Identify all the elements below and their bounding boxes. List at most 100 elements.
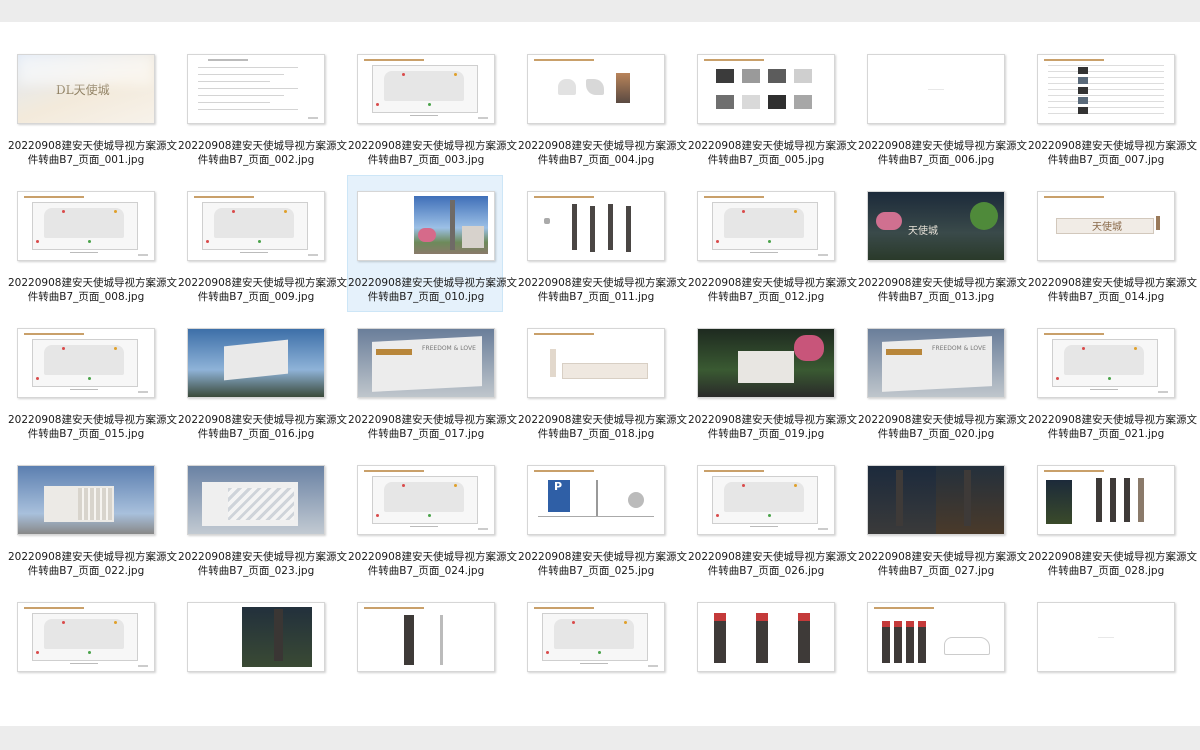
file-item[interactable]: 天使城 20220908建安天使城导视方案源文 件转曲B7_页面_013.jpg (857, 175, 1027, 312)
file-item[interactable]: 20220908建安天使城导视方案源文 件转曲B7_页面_026.jpg (687, 449, 857, 586)
file-thumbnail[interactable] (187, 465, 325, 535)
plan-legend (750, 526, 778, 527)
page-header (1044, 333, 1104, 335)
file-thumbnail[interactable] (867, 465, 1005, 535)
plan-marker (1108, 377, 1111, 380)
plan-marker (768, 514, 771, 517)
pylon-elevation (572, 204, 577, 250)
file-name-label: 20220908建安天使城导视方案源文 件转曲B7_页面_005.jpg (688, 139, 857, 167)
file-thumbnail[interactable] (357, 602, 495, 672)
site-plan-building (44, 208, 124, 238)
board-text: FREEDOM & LOVE (932, 345, 986, 352)
file-thumbnail[interactable] (697, 54, 835, 124)
file-name-line-1: 20220908建安天使城导视方案源文 (1028, 140, 1197, 152)
file-name-line-1: 20220908建安天使城导视方案源文 (1028, 414, 1197, 426)
file-thumbnail[interactable] (867, 54, 1005, 124)
file-thumbnail[interactable]: FREEDOM & LOVE (867, 328, 1005, 398)
file-thumbnail[interactable] (17, 602, 155, 672)
file-thumbnail[interactable] (527, 191, 665, 261)
file-item[interactable]: 天使城 20220908建安天使城导视方案源文 件转曲B7_页面_014.jpg (1027, 175, 1197, 312)
file-thumbnail[interactable] (17, 191, 155, 261)
file-name-line-2: 件转曲B7_页面_020.jpg (877, 428, 995, 440)
plan-marker (36, 651, 39, 654)
text-line (198, 102, 270, 103)
file-item[interactable]: 20220908建安天使城导视方案源文 件转曲B7_页面_022.jpg (7, 449, 177, 586)
file-item[interactable]: 20220908建安天使城导视方案源文 件转曲B7_页面_028.jpg (1027, 449, 1197, 586)
file-thumbnail[interactable] (187, 191, 325, 261)
file-thumbnail[interactable] (1037, 465, 1175, 535)
file-thumbnail[interactable]: FREEDOM & LOVE (357, 328, 495, 398)
file-item[interactable]: 20220908建安天使城导视方案源文 件转曲B7_页面_012.jpg (687, 175, 857, 312)
file-item[interactable]: 20220908建安天使城导视方案源文 件转曲B7_页面_027.jpg (857, 449, 1027, 586)
table-row-line (1048, 107, 1164, 108)
plan-legend (1090, 389, 1118, 390)
file-thumbnail[interactable] (187, 328, 325, 398)
file-item[interactable]: 20220908建安天使城导视方案源文 件转曲B7_页面_003.jpg (347, 38, 517, 175)
thumbnail-container (348, 587, 504, 687)
file-name-line-2: 件转曲B7_页面_002.jpg (197, 154, 315, 166)
file-item[interactable]: 20220908建安天使城导视方案源文 件转曲B7_页面_019.jpg (687, 312, 857, 449)
file-item[interactable]: 20220908建安天使城导视方案源文 件转曲B7_页面_004.jpg (517, 38, 687, 175)
file-thumbnail[interactable]: 天使城 (1037, 191, 1175, 261)
file-thumbnail[interactable] (697, 328, 835, 398)
file-thumbnail[interactable] (1037, 54, 1175, 124)
file-name-line-1: 20220908建安天使城导视方案源文 (518, 551, 687, 563)
file-item[interactable] (347, 586, 503, 723)
plan-marker (742, 484, 745, 487)
sign-post (1156, 216, 1160, 230)
file-item[interactable]: 20220908建安天使城导视方案源文 件转曲B7_页面_008.jpg (7, 175, 177, 312)
file-item[interactable]: 20220908建安天使城导视方案源文 件转曲B7_页面_024.jpg (347, 449, 517, 586)
plan-marker (598, 651, 601, 654)
thumbnail-container: FREEDOM & LOVE (858, 313, 1014, 413)
file-thumbnail[interactable]: P (527, 465, 665, 535)
file-item[interactable]: 20220908建安天使城导视方案源文 件转曲B7_页面_016.jpg (177, 312, 347, 449)
file-item[interactable]: DL天使城 20220908建安天使城导视方案源文 件转曲B7_页面_001.jpg (7, 38, 177, 175)
file-thumbnail[interactable] (357, 465, 495, 535)
file-thumbnail[interactable]: DL天使城 (17, 54, 155, 124)
file-item[interactable]: 20220908建安天使城导视方案源文 件转曲B7_页面_023.jpg (177, 449, 347, 586)
board-text: FREEDOM & LOVE (422, 345, 476, 352)
file-thumbnail[interactable] (527, 328, 665, 398)
file-thumbnail[interactable] (697, 465, 835, 535)
file-item[interactable]: 20220908建安天使城导视方案源文 件转曲B7_页面_018.jpg (517, 312, 687, 449)
file-name-label: 20220908建安天使城导视方案源文 件转曲B7_页面_018.jpg (518, 413, 687, 441)
file-item[interactable] (857, 586, 1013, 723)
file-thumbnail[interactable] (17, 328, 155, 398)
file-item[interactable]: 20220908建安天使城导视方案源文 件转曲B7_页面_021.jpg (1027, 312, 1197, 449)
file-item[interactable]: 20220908建安天使城导视方案源文 件转曲B7_页面_010.jpg (347, 175, 517, 312)
file-item[interactable]: 20220908建安天使城导视方案源文 件转曲B7_页面_006.jpg (857, 38, 1027, 175)
file-item[interactable]: 20220908建安天使城导视方案源文 件转曲B7_页面_002.jpg (177, 38, 347, 175)
file-thumbnail[interactable]: 天使城 (867, 191, 1005, 261)
file-item[interactable]: P 20220908建安天使城导视方案源文 件转曲B7_页面_025.jpg (517, 449, 687, 586)
file-thumbnail[interactable] (527, 54, 665, 124)
file-thumbnail[interactable] (187, 54, 325, 124)
file-item[interactable]: 20220908建安天使城导视方案源文 件转曲B7_页面_015.jpg (7, 312, 177, 449)
file-item[interactable]: 20220908建安天使城导视方案源文 件转曲B7_页面_007.jpg (1027, 38, 1197, 175)
file-thumbnail[interactable] (187, 602, 325, 672)
file-thumbnail[interactable] (867, 602, 1005, 672)
file-thumbnail[interactable] (697, 191, 835, 261)
file-item[interactable] (177, 586, 333, 723)
file-item[interactable]: 20220908建安天使城导视方案源文 件转曲B7_页面_005.jpg (687, 38, 857, 175)
file-thumbnail[interactable] (527, 602, 665, 672)
file-item[interactable]: 20220908建安天使城导视方案源文 件转曲B7_页面_009.jpg (177, 175, 347, 312)
file-thumbnail[interactable] (357, 54, 495, 124)
file-name-label: 20220908建安天使城导视方案源文 件转曲B7_页面_027.jpg (858, 550, 1027, 578)
page-footer (478, 117, 488, 119)
file-item[interactable]: FREEDOM & LOVE 20220908建安天使城导视方案源文 件转曲B7_页… (857, 312, 1027, 449)
file-thumbnail[interactable] (17, 465, 155, 535)
file-item[interactable]: 20220908建安天使城导视方案源文 件转曲B7_页面_011.jpg (517, 175, 687, 312)
file-item[interactable] (517, 586, 673, 723)
site-plan-building (44, 619, 124, 649)
file-item[interactable] (1027, 586, 1183, 723)
file-thumbnail[interactable] (1037, 328, 1175, 398)
file-thumbnail[interactable] (697, 602, 835, 672)
file-item[interactable] (687, 586, 843, 723)
file-name-line-1: 20220908建安天使城导视方案源文 (1028, 551, 1197, 563)
file-list-pane[interactable]: DL天使城 20220908建安天使城导视方案源文 件转曲B7_页面_001.jpg… (0, 22, 1200, 726)
file-thumbnail[interactable] (357, 191, 495, 261)
file-name-line-1: 20220908建安天使城导视方案源文 (858, 277, 1027, 289)
file-thumbnail[interactable] (1037, 602, 1175, 672)
file-item[interactable]: FREEDOM & LOVE 20220908建安天使城导视方案源文 件转曲B7_页… (347, 312, 517, 449)
file-item[interactable] (7, 586, 163, 723)
